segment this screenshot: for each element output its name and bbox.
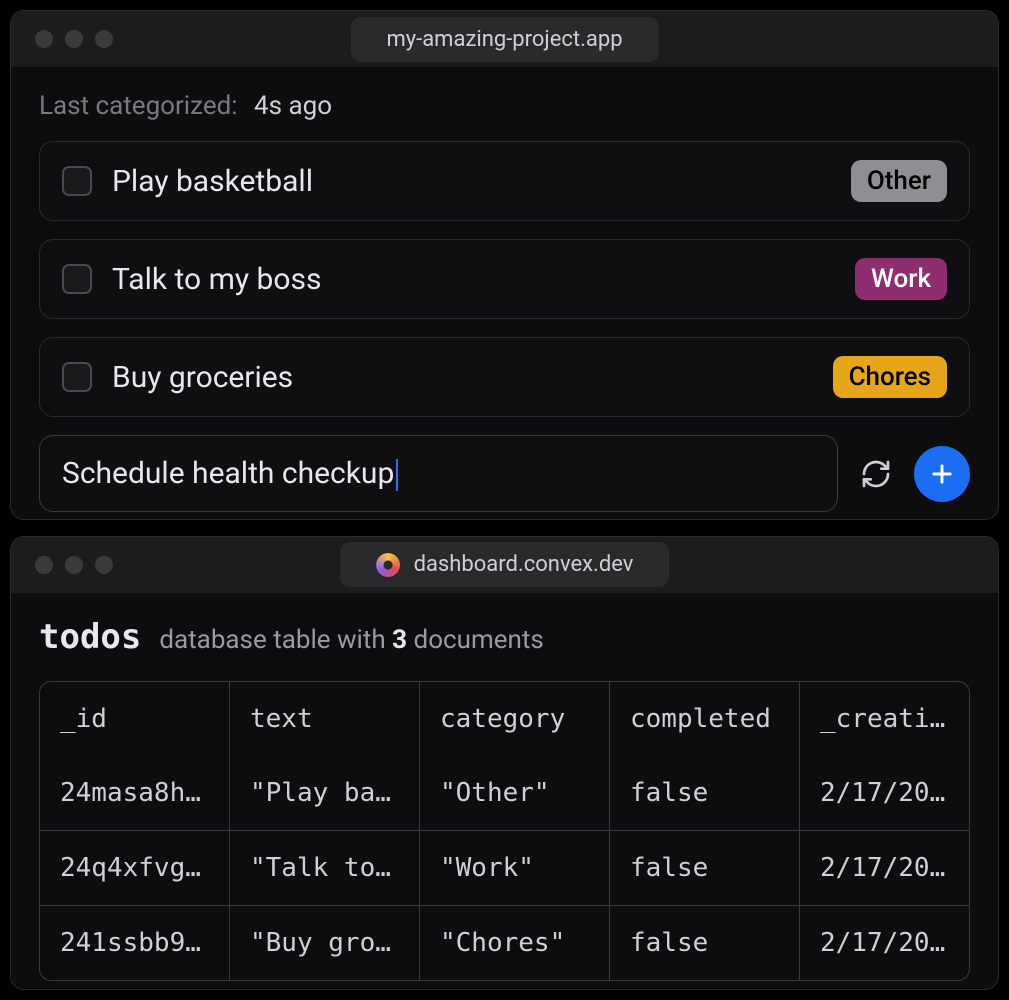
col-completed[interactable]: completed	[610, 682, 800, 756]
table-row[interactable]: 241ssbb9…"Buy gro…"Chores"false2/17/202…	[40, 905, 969, 980]
app-window: my-amazing-project.app Last categorized:…	[10, 10, 999, 520]
col-id[interactable]: _id	[40, 682, 230, 756]
cell-creation: 2/17/202…	[800, 831, 969, 905]
todo-text: Play basketball	[112, 164, 831, 199]
todo-row[interactable]: Talk to my boss Work	[39, 239, 970, 319]
dashboard-body: todos database table with 3 documents _i…	[11, 593, 998, 990]
category-badge: Other	[851, 160, 947, 202]
category-badge: Work	[855, 258, 947, 300]
refresh-button[interactable]	[856, 454, 896, 494]
todo-checkbox[interactable]	[62, 362, 92, 392]
traffic-light-zoom[interactable]	[95, 556, 113, 574]
subtitle-suffix: documents	[407, 625, 544, 655]
traffic-lights	[35, 30, 113, 48]
plus-icon	[928, 460, 956, 488]
subtitle-prefix: database table with	[159, 625, 392, 655]
app-address-bar[interactable]: my-amazing-project.app	[350, 17, 658, 62]
cell-completed: false	[610, 756, 800, 830]
new-todo-input[interactable]: Schedule health checkup	[39, 435, 838, 512]
table-header-row: _id text category completed _creationTi…	[40, 682, 969, 756]
table-subtitle: database table with 3 documents	[159, 625, 543, 655]
cell-completed: false	[610, 831, 800, 905]
col-creation[interactable]: _creationTi…	[800, 682, 969, 756]
todo-list: Play basketball Other Talk to my boss Work B…	[39, 141, 970, 417]
todo-row[interactable]: Play basketball Other	[39, 141, 970, 221]
table-row[interactable]: 24masa8h…"Play ba…"Other"false2/17/202…	[40, 756, 969, 830]
todo-checkbox[interactable]	[62, 264, 92, 294]
todo-checkbox[interactable]	[62, 166, 92, 196]
app-titlebar: my-amazing-project.app	[11, 11, 998, 67]
todo-text: Talk to my boss	[112, 262, 835, 297]
new-todo-row: Schedule health checkup	[39, 435, 970, 512]
add-button[interactable]	[914, 446, 970, 502]
cell-text: "Buy gro…	[230, 906, 420, 980]
cell-creation: 2/17/202…	[800, 906, 969, 980]
traffic-light-close[interactable]	[35, 30, 53, 48]
cell-completed: false	[610, 906, 800, 980]
cell-id: 24q4xfvg…	[40, 831, 230, 905]
traffic-light-zoom[interactable]	[95, 30, 113, 48]
status-line: Last categorized: 4s ago	[39, 91, 970, 121]
traffic-light-minimize[interactable]	[65, 30, 83, 48]
table-heading: todos database table with 3 documents	[39, 617, 970, 657]
dashboard-address-bar[interactable]: dashboard.convex.dev	[340, 542, 670, 587]
cell-category: "Work"	[420, 831, 610, 905]
category-badge: Chores	[833, 356, 947, 398]
doc-count: 3	[392, 625, 407, 655]
database-table: _id text category completed _creationTi……	[39, 681, 970, 981]
table-name: todos	[39, 617, 141, 657]
cell-category: "Chores"	[420, 906, 610, 980]
cell-category: "Other"	[420, 756, 610, 830]
refresh-icon	[860, 458, 892, 490]
dashboard-address-text: dashboard.convex.dev	[414, 552, 634, 577]
cell-id: 24masa8h…	[40, 756, 230, 830]
col-category[interactable]: category	[420, 682, 610, 756]
dashboard-titlebar: dashboard.convex.dev	[11, 537, 998, 593]
status-label: Last categorized:	[39, 91, 238, 121]
traffic-light-close[interactable]	[35, 556, 53, 574]
dashboard-window: dashboard.convex.dev todos database tabl…	[10, 536, 999, 990]
status-value: 4s ago	[254, 91, 332, 121]
table-row[interactable]: 24q4xfvg…"Talk to…"Work"false2/17/202…	[40, 830, 969, 905]
cell-creation: 2/17/202…	[800, 756, 969, 830]
traffic-lights	[35, 556, 113, 574]
new-todo-value: Schedule health checkup	[62, 456, 394, 491]
convex-icon	[376, 553, 400, 577]
col-text[interactable]: text	[230, 682, 420, 756]
text-caret	[396, 459, 398, 491]
todo-text: Buy groceries	[112, 360, 813, 395]
app-address-text: my-amazing-project.app	[386, 27, 622, 52]
cell-text: "Play ba…	[230, 756, 420, 830]
todo-row[interactable]: Buy groceries Chores	[39, 337, 970, 417]
cell-text: "Talk to…	[230, 831, 420, 905]
cell-id: 241ssbb9…	[40, 906, 230, 980]
app-body: Last categorized: 4s ago Play basketball…	[11, 67, 998, 520]
traffic-light-minimize[interactable]	[65, 556, 83, 574]
